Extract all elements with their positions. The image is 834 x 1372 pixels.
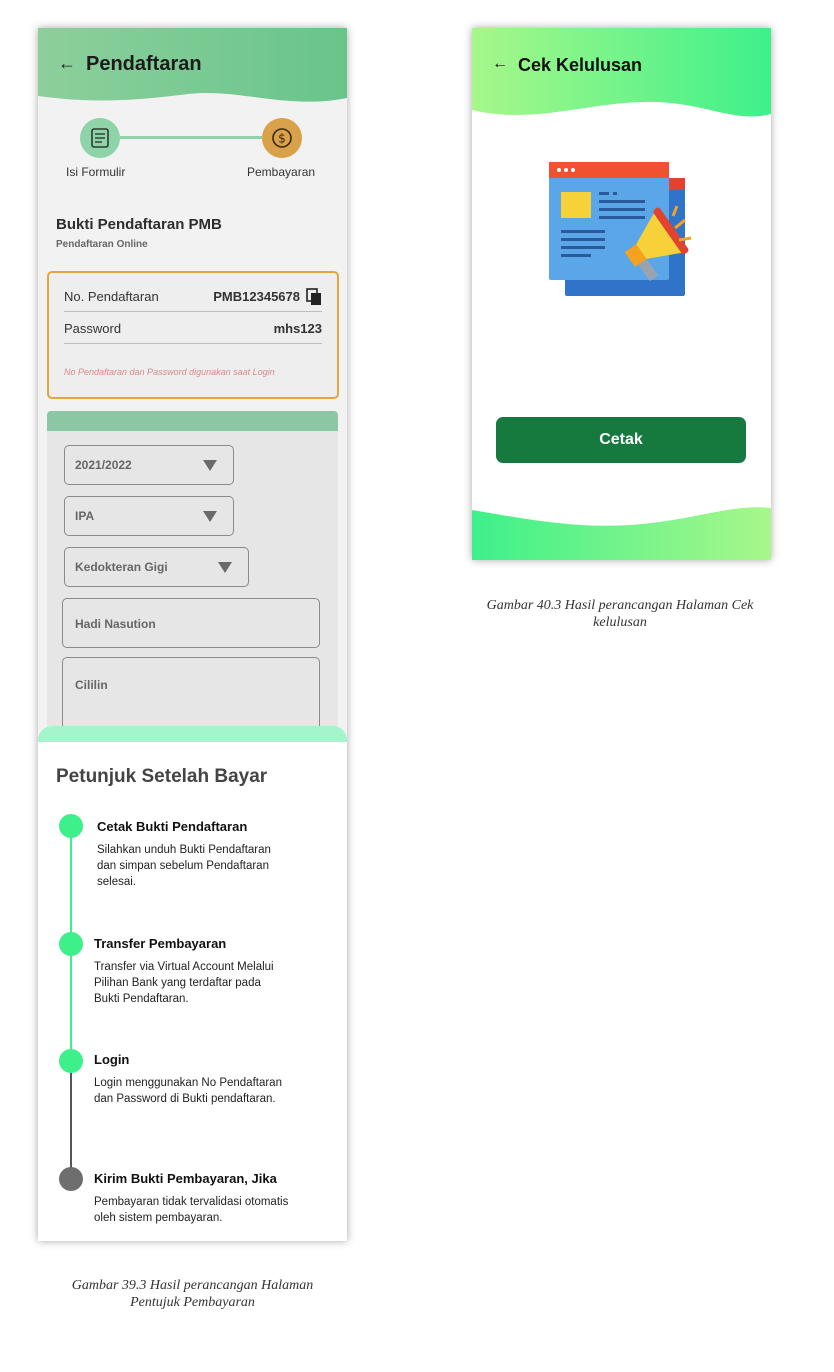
form-card-header xyxy=(47,411,338,431)
instructions-title: Petunjuk Setelah Bayar xyxy=(56,766,268,787)
back-arrow-icon[interactable]: ← xyxy=(58,53,76,74)
footer-wave-shape xyxy=(472,507,771,560)
timeline-step-desc: Transfer via Virtual Account Melalui Pil… xyxy=(94,961,274,1005)
timeline-step-title: Transfer Pembayaran xyxy=(94,936,227,951)
name-value: Hadi Nasution xyxy=(75,617,156,631)
registration-form-card: 2021/2022 IPA Kedokteran Gigi Hadi Nasut… xyxy=(47,411,338,759)
timeline-step-desc: Login menggunakan No Pendaftaran dan Pas… xyxy=(94,1077,282,1105)
dropdown-caret-icon xyxy=(203,460,217,471)
password-value: mhs123 xyxy=(273,321,322,336)
major-value: IPA xyxy=(75,509,95,523)
study-program-select[interactable]: Kedokteran Gigi xyxy=(64,547,249,587)
instructions-bottom-sheet: Petunjuk Setelah Bayar Cetak Bukti Penda… xyxy=(38,726,347,1241)
dropdown-caret-icon xyxy=(218,562,232,573)
password-row: Password mhs123 xyxy=(64,315,322,344)
timeline-step-desc: Pembayaran tidak tervalidasi otomatis ol… xyxy=(94,1196,289,1224)
payment-guide-screen: ← Pendaftaran $ Isi Formulir Pembayaran … xyxy=(38,28,347,1241)
figure-caption-right: Gambar 40.3 Hasil perancangan Halaman Ce… xyxy=(486,598,754,630)
registration-number-value: PMB12345678 xyxy=(213,289,300,304)
timeline-dot-pending xyxy=(59,1167,83,1191)
registration-number-label: No. Pendaftaran xyxy=(64,289,159,304)
timeline-step-title: Kirim Bukti Pembayaran, Jika xyxy=(94,1171,277,1186)
timeline-line-pending xyxy=(70,1062,72,1182)
page-title: Cek Kelulusan xyxy=(518,55,643,75)
address-value: Cililin xyxy=(75,678,108,692)
name-field[interactable]: Hadi Nasution xyxy=(62,598,320,648)
registration-number-row: No. Pendaftaran PMB12345678 xyxy=(64,283,322,312)
academic-year-select[interactable]: 2021/2022 xyxy=(64,445,234,485)
step-payment-circle: $ xyxy=(262,118,302,158)
study-program-value: Kedokteran Gigi xyxy=(75,560,168,574)
timeline-dot-done xyxy=(59,932,83,956)
form-icon xyxy=(91,128,109,148)
copy-icon[interactable] xyxy=(306,288,322,306)
credentials-note: No Pendaftaran dan Password digunakan sa… xyxy=(64,367,275,377)
header-wave xyxy=(472,28,771,117)
dropdown-caret-icon xyxy=(203,511,217,522)
major-select[interactable]: IPA xyxy=(64,496,234,536)
password-label: Password xyxy=(64,321,122,336)
back-arrow-icon[interactable]: ← xyxy=(492,55,508,73)
step-form-circle xyxy=(80,118,120,158)
figure-caption-left: Gambar 39.3 Hasil perancangan Halaman Pe… xyxy=(71,1278,314,1310)
timeline-dot-done xyxy=(59,1049,83,1073)
timeline-step-title: Cetak Bukti Pendaftaran xyxy=(97,819,248,834)
svg-text:$: $ xyxy=(278,132,286,146)
step-label-payment: Pembayaran xyxy=(247,165,316,179)
receipt-subtitle: Pendaftaran Online xyxy=(56,239,148,250)
receipt-title: Bukti Pendaftaran PMB xyxy=(56,216,222,233)
step-label-form: Isi Formulir xyxy=(66,165,126,179)
dollar-icon: $ xyxy=(272,128,292,148)
app-header: ← Pendaftaran xyxy=(38,28,347,108)
announcement-document-megaphone-icon xyxy=(549,162,692,296)
timeline-dot-done xyxy=(59,814,83,838)
timeline-step-desc: Silahkan unduh Bukti Pendaftaran dan sim… xyxy=(97,844,271,888)
page-title: Pendaftaran xyxy=(86,53,202,75)
timeline-step-title: Login xyxy=(94,1052,130,1067)
graduation-check-screen: ← Cek Kelulusan Cetak xyxy=(472,28,771,560)
stepper-connector xyxy=(120,136,262,139)
credentials-card: No. Pendaftaran PMB12345678 Password mhs… xyxy=(47,271,339,399)
print-button[interactable]: Cetak xyxy=(496,417,746,463)
sheet-top-band xyxy=(38,726,347,742)
academic-year-value: 2021/2022 xyxy=(75,458,132,472)
